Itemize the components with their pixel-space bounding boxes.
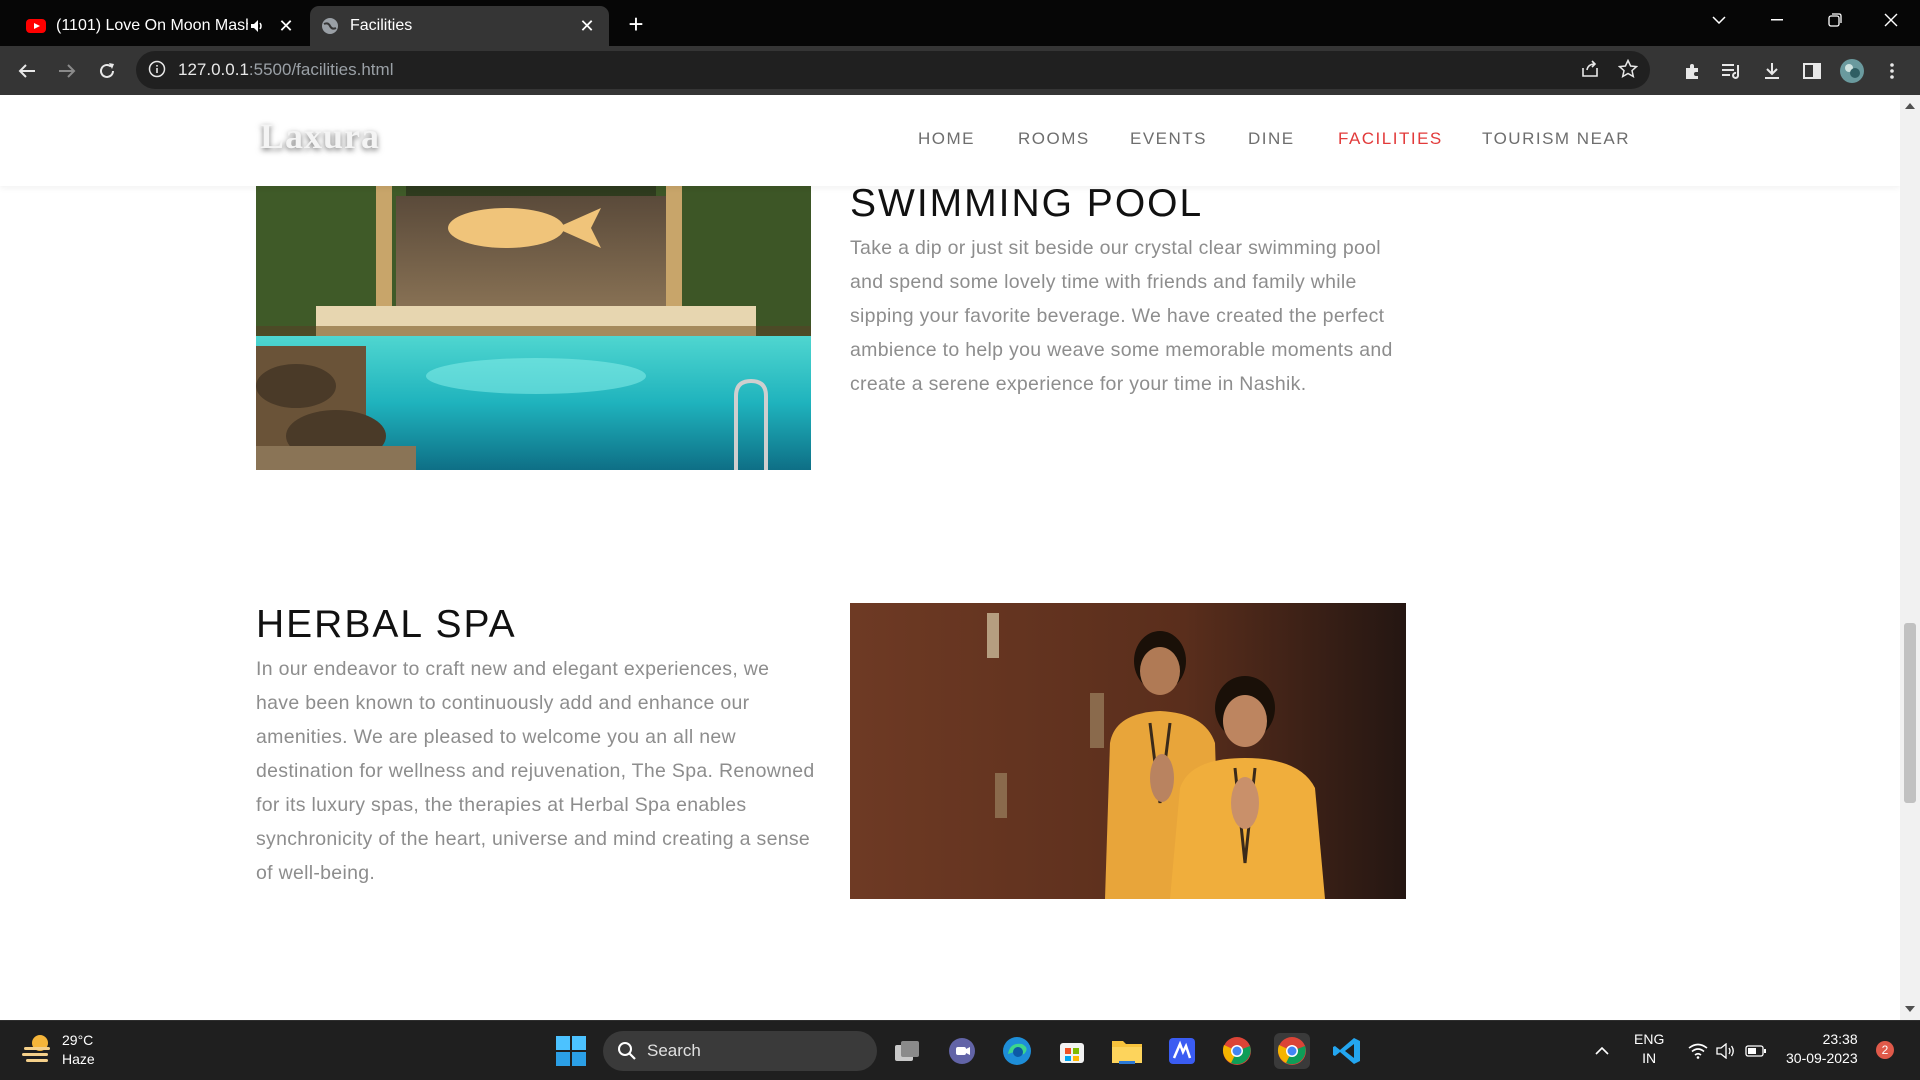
restore-icon[interactable]: [1806, 0, 1864, 40]
extensions-icon[interactable]: [1677, 56, 1707, 86]
chrome-active-icon[interactable]: [1274, 1033, 1310, 1069]
windows-start-icon[interactable]: [553, 1033, 589, 1069]
globe-icon: [320, 16, 340, 36]
menu-dots-icon[interactable]: [1877, 56, 1907, 86]
youtube-icon: [26, 16, 46, 36]
input-language[interactable]: ENG IN: [1634, 1030, 1664, 1068]
weather-description: Haze: [62, 1051, 95, 1067]
tab-youtube[interactable]: (1101) Love On Moon Mash ✕: [16, 6, 308, 46]
profile-avatar-icon[interactable]: [1837, 56, 1867, 86]
file-explorer-icon[interactable]: [1109, 1033, 1145, 1069]
reload-icon[interactable]: [92, 56, 122, 86]
browser-toolbar: 127.0.0.1:5500/facilities.html: [0, 46, 1920, 95]
chrome-profile-icon[interactable]: [1219, 1033, 1255, 1069]
minimize-icon[interactable]: [1748, 0, 1806, 40]
nav-home[interactable]: HOME: [918, 129, 975, 149]
microsoft-store-icon[interactable]: [1054, 1033, 1090, 1069]
weather-widget[interactable]: 29°C Haze: [22, 1031, 95, 1070]
new-tab-button[interactable]: +: [622, 9, 650, 39]
close-tab-icon[interactable]: ✕: [575, 14, 599, 38]
battery-icon[interactable]: [1738, 1033, 1774, 1069]
forward-icon[interactable]: [52, 56, 82, 86]
close-tab-icon[interactable]: ✕: [274, 14, 298, 38]
page-viewport: Laxura HOME ROOMS EVENTS DINE FACILITIES…: [0, 95, 1900, 1020]
swimming-pool-description: Take a dip or just sit beside our crysta…: [850, 237, 1393, 395]
site-navbar: Laxura HOME ROOMS EVENTS DINE FACILITIES…: [0, 95, 1900, 186]
tab-facilities[interactable]: Facilities ✕: [310, 6, 609, 46]
notification-badge[interactable]: 2: [1876, 1041, 1894, 1059]
speaker-icon[interactable]: [248, 16, 268, 36]
nav-events[interactable]: EVENTS: [1130, 129, 1207, 149]
bookmark-star-icon[interactable]: [1617, 58, 1639, 84]
herbal-spa-description: In our endeavor to craft new and elegant…: [256, 658, 815, 884]
dev-tool-icon[interactable]: [1164, 1033, 1200, 1069]
show-hidden-icons-chevron[interactable]: [1584, 1033, 1620, 1069]
weather-temperature: 29°C: [62, 1032, 94, 1048]
teams-chat-icon[interactable]: [944, 1033, 980, 1069]
search-icon: [617, 1041, 637, 1061]
haze-weather-icon: [22, 1031, 54, 1070]
media-controls-icon[interactable]: [1717, 56, 1747, 86]
windows-taskbar: 29°C Haze Search ENG IN 23:38 30-09-2023…: [0, 1020, 1920, 1080]
nav-dine[interactable]: DINE: [1248, 129, 1295, 149]
swimming-pool-image: [256, 186, 811, 470]
site-logo[interactable]: Laxura: [260, 115, 380, 157]
site-info-icon[interactable]: [148, 60, 168, 80]
downloads-icon[interactable]: [1757, 56, 1787, 86]
system-clock[interactable]: 23:38 30-09-2023: [1786, 1030, 1858, 1068]
tab-search-icon[interactable]: [1690, 0, 1748, 40]
swimming-pool-title: SWIMMING POOL: [850, 182, 1204, 225]
scrollbar-thumb[interactable]: [1904, 623, 1916, 803]
share-icon[interactable]: [1580, 59, 1600, 84]
side-panel-icon[interactable]: [1797, 56, 1827, 86]
browser-tab-strip: (1101) Love On Moon Mash ✕ Facilities ✕ …: [0, 0, 1920, 46]
task-view-icon[interactable]: [889, 1033, 925, 1069]
herbal-spa-title: HERBAL SPA: [256, 603, 517, 646]
search-label: Search: [647, 1041, 701, 1060]
close-window-icon[interactable]: [1862, 0, 1920, 40]
nav-tourism-near[interactable]: TOURISM NEAR: [1482, 129, 1630, 149]
herbal-spa-image: [850, 603, 1406, 899]
back-icon[interactable]: [12, 56, 42, 86]
vscode-icon[interactable]: [1329, 1033, 1365, 1069]
scroll-down-icon[interactable]: [1905, 1006, 1915, 1012]
nav-rooms[interactable]: ROOMS: [1018, 129, 1090, 149]
url-text: 127.0.0.1:5500/facilities.html: [178, 60, 394, 79]
taskbar-search[interactable]: Search: [603, 1031, 877, 1071]
edge-browser-icon[interactable]: [999, 1033, 1035, 1069]
tab-title: Facilities: [350, 17, 413, 34]
clock-date: 30-09-2023: [1786, 1050, 1858, 1066]
clock-time: 23:38: [1822, 1031, 1858, 1047]
page-scrollbar[interactable]: [1900, 95, 1920, 1020]
nav-facilities[interactable]: FACILITIES: [1338, 129, 1443, 149]
tab-title: (1101) Love On Moon Mash: [56, 17, 248, 34]
address-bar[interactable]: 127.0.0.1:5500/facilities.html: [136, 51, 1650, 89]
scroll-up-icon[interactable]: [1905, 103, 1915, 109]
